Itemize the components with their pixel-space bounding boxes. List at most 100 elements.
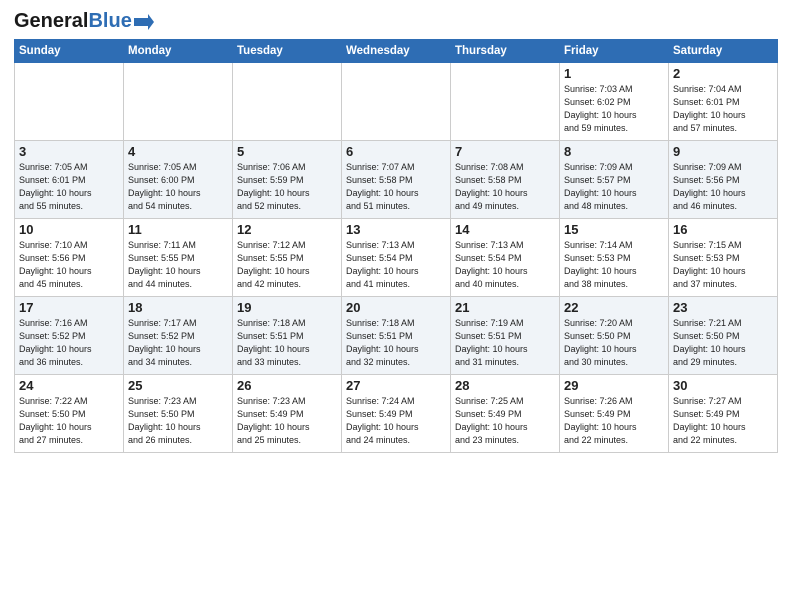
day-info: Sunrise: 7:27 AM Sunset: 5:49 PM Dayligh…: [673, 395, 773, 447]
calendar-cell: [451, 63, 560, 141]
day-info: Sunrise: 7:06 AM Sunset: 5:59 PM Dayligh…: [237, 161, 337, 213]
calendar-cell: [233, 63, 342, 141]
calendar-cell: 23 Sunrise: 7:21 AM Sunset: 5:50 PM Dayli…: [669, 297, 778, 375]
day-number: 23: [673, 300, 773, 315]
day-info: Sunrise: 7:26 AM Sunset: 5:49 PM Dayligh…: [564, 395, 664, 447]
calendar-cell: 9 Sunrise: 7:09 AM Sunset: 5:56 PM Daylig…: [669, 141, 778, 219]
day-number: 3: [19, 144, 119, 159]
day-number: 15: [564, 222, 664, 237]
day-info: Sunrise: 7:24 AM Sunset: 5:49 PM Dayligh…: [346, 395, 446, 447]
day-info: Sunrise: 7:07 AM Sunset: 5:58 PM Dayligh…: [346, 161, 446, 213]
day-number: 10: [19, 222, 119, 237]
calendar-cell: [15, 63, 124, 141]
col-header-friday: Friday: [560, 40, 669, 63]
logo: GeneralBlue: [14, 10, 154, 33]
calendar-week-row: 3 Sunrise: 7:05 AM Sunset: 6:01 PM Daylig…: [15, 141, 778, 219]
calendar-header-row: SundayMondayTuesdayWednesdayThursdayFrid…: [15, 40, 778, 63]
calendar-cell: 1Sunrise: 7:03 AM Sunset: 6:02 PM Daylig…: [560, 63, 669, 141]
calendar-cell: 10 Sunrise: 7:10 AM Sunset: 5:56 PM Dayli…: [15, 219, 124, 297]
calendar-cell: 6Sunrise: 7:07 AM Sunset: 5:58 PM Daylig…: [342, 141, 451, 219]
col-header-tuesday: Tuesday: [233, 40, 342, 63]
calendar-cell: 30 Sunrise: 7:27 AM Sunset: 5:49 PM Dayli…: [669, 375, 778, 453]
day-info: Sunrise: 7:25 AM Sunset: 5:49 PM Dayligh…: [455, 395, 555, 447]
day-info: Sunrise: 7:12 AM Sunset: 5:55 PM Dayligh…: [237, 239, 337, 291]
header: GeneralBlue: [14, 10, 778, 33]
calendar-cell: 25 Sunrise: 7:23 AM Sunset: 5:50 PM Dayli…: [124, 375, 233, 453]
col-header-saturday: Saturday: [669, 40, 778, 63]
col-header-thursday: Thursday: [451, 40, 560, 63]
calendar-week-row: 1Sunrise: 7:03 AM Sunset: 6:02 PM Daylig…: [15, 63, 778, 141]
calendar-cell: 18 Sunrise: 7:17 AM Sunset: 5:52 PM Dayli…: [124, 297, 233, 375]
calendar-cell: 13 Sunrise: 7:13 AM Sunset: 5:54 PM Dayli…: [342, 219, 451, 297]
page-container: GeneralBlue SundayMondayTuesdayWednesday…: [0, 0, 792, 461]
calendar-cell: 14 Sunrise: 7:13 AM Sunset: 5:54 PM Dayli…: [451, 219, 560, 297]
day-info: Sunrise: 7:14 AM Sunset: 5:53 PM Dayligh…: [564, 239, 664, 291]
day-number: 18: [128, 300, 228, 315]
calendar-cell: 2 Sunrise: 7:04 AM Sunset: 6:01 PM Daylig…: [669, 63, 778, 141]
day-info: Sunrise: 7:18 AM Sunset: 5:51 PM Dayligh…: [346, 317, 446, 369]
day-number: 25: [128, 378, 228, 393]
day-info: Sunrise: 7:18 AM Sunset: 5:51 PM Dayligh…: [237, 317, 337, 369]
day-info: Sunrise: 7:08 AM Sunset: 5:58 PM Dayligh…: [455, 161, 555, 213]
calendar-cell: 11 Sunrise: 7:11 AM Sunset: 5:55 PM Dayli…: [124, 219, 233, 297]
calendar-cell: 26Sunrise: 7:23 AM Sunset: 5:49 PM Dayli…: [233, 375, 342, 453]
day-info: Sunrise: 7:05 AM Sunset: 6:00 PM Dayligh…: [128, 161, 228, 213]
calendar-cell: 22 Sunrise: 7:20 AM Sunset: 5:50 PM Dayli…: [560, 297, 669, 375]
calendar-cell: [124, 63, 233, 141]
calendar-cell: 7 Sunrise: 7:08 AM Sunset: 5:58 PM Daylig…: [451, 141, 560, 219]
logo-arrow-icon: [134, 14, 154, 30]
calendar-week-row: 17 Sunrise: 7:16 AM Sunset: 5:52 PM Dayli…: [15, 297, 778, 375]
day-number: 21: [455, 300, 555, 315]
day-number: 22: [564, 300, 664, 315]
calendar-cell: 29 Sunrise: 7:26 AM Sunset: 5:49 PM Dayli…: [560, 375, 669, 453]
day-number: 30: [673, 378, 773, 393]
day-info: Sunrise: 7:13 AM Sunset: 5:54 PM Dayligh…: [346, 239, 446, 291]
day-number: 7: [455, 144, 555, 159]
calendar-cell: 8Sunrise: 7:09 AM Sunset: 5:57 PM Daylig…: [560, 141, 669, 219]
day-number: 28: [455, 378, 555, 393]
day-number: 14: [455, 222, 555, 237]
day-number: 5: [237, 144, 337, 159]
day-info: Sunrise: 7:23 AM Sunset: 5:50 PM Dayligh…: [128, 395, 228, 447]
col-header-sunday: Sunday: [15, 40, 124, 63]
day-info: Sunrise: 7:11 AM Sunset: 5:55 PM Dayligh…: [128, 239, 228, 291]
day-number: 26: [237, 378, 337, 393]
day-number: 12: [237, 222, 337, 237]
calendar-cell: 15 Sunrise: 7:14 AM Sunset: 5:53 PM Dayli…: [560, 219, 669, 297]
day-info: Sunrise: 7:21 AM Sunset: 5:50 PM Dayligh…: [673, 317, 773, 369]
day-info: Sunrise: 7:10 AM Sunset: 5:56 PM Dayligh…: [19, 239, 119, 291]
calendar-cell: 4 Sunrise: 7:05 AM Sunset: 6:00 PM Daylig…: [124, 141, 233, 219]
day-info: Sunrise: 7:15 AM Sunset: 5:53 PM Dayligh…: [673, 239, 773, 291]
day-number: 11: [128, 222, 228, 237]
day-info: Sunrise: 7:13 AM Sunset: 5:54 PM Dayligh…: [455, 239, 555, 291]
day-info: Sunrise: 7:09 AM Sunset: 5:56 PM Dayligh…: [673, 161, 773, 213]
calendar-cell: 20 Sunrise: 7:18 AM Sunset: 5:51 PM Dayli…: [342, 297, 451, 375]
col-header-wednesday: Wednesday: [342, 40, 451, 63]
day-number: 16: [673, 222, 773, 237]
day-info: Sunrise: 7:04 AM Sunset: 6:01 PM Dayligh…: [673, 83, 773, 135]
calendar-cell: 27Sunrise: 7:24 AM Sunset: 5:49 PM Dayli…: [342, 375, 451, 453]
day-number: 2: [673, 66, 773, 81]
day-number: 8: [564, 144, 664, 159]
calendar-cell: 17 Sunrise: 7:16 AM Sunset: 5:52 PM Dayli…: [15, 297, 124, 375]
calendar-table: SundayMondayTuesdayWednesdayThursdayFrid…: [14, 39, 778, 453]
day-number: 9: [673, 144, 773, 159]
day-info: Sunrise: 7:16 AM Sunset: 5:52 PM Dayligh…: [19, 317, 119, 369]
day-number: 20: [346, 300, 446, 315]
day-number: 19: [237, 300, 337, 315]
day-number: 29: [564, 378, 664, 393]
calendar-cell: 16 Sunrise: 7:15 AM Sunset: 5:53 PM Dayli…: [669, 219, 778, 297]
col-header-monday: Monday: [124, 40, 233, 63]
calendar-cell: 3 Sunrise: 7:05 AM Sunset: 6:01 PM Daylig…: [15, 141, 124, 219]
day-info: Sunrise: 7:20 AM Sunset: 5:50 PM Dayligh…: [564, 317, 664, 369]
day-info: Sunrise: 7:03 AM Sunset: 6:02 PM Dayligh…: [564, 83, 664, 135]
day-number: 13: [346, 222, 446, 237]
day-number: 4: [128, 144, 228, 159]
day-number: 17: [19, 300, 119, 315]
day-info: Sunrise: 7:17 AM Sunset: 5:52 PM Dayligh…: [128, 317, 228, 369]
calendar-cell: 12 Sunrise: 7:12 AM Sunset: 5:55 PM Dayli…: [233, 219, 342, 297]
calendar-cell: 5 Sunrise: 7:06 AM Sunset: 5:59 PM Daylig…: [233, 141, 342, 219]
day-info: Sunrise: 7:05 AM Sunset: 6:01 PM Dayligh…: [19, 161, 119, 213]
calendar-week-row: 24Sunrise: 7:22 AM Sunset: 5:50 PM Dayli…: [15, 375, 778, 453]
calendar-cell: [342, 63, 451, 141]
